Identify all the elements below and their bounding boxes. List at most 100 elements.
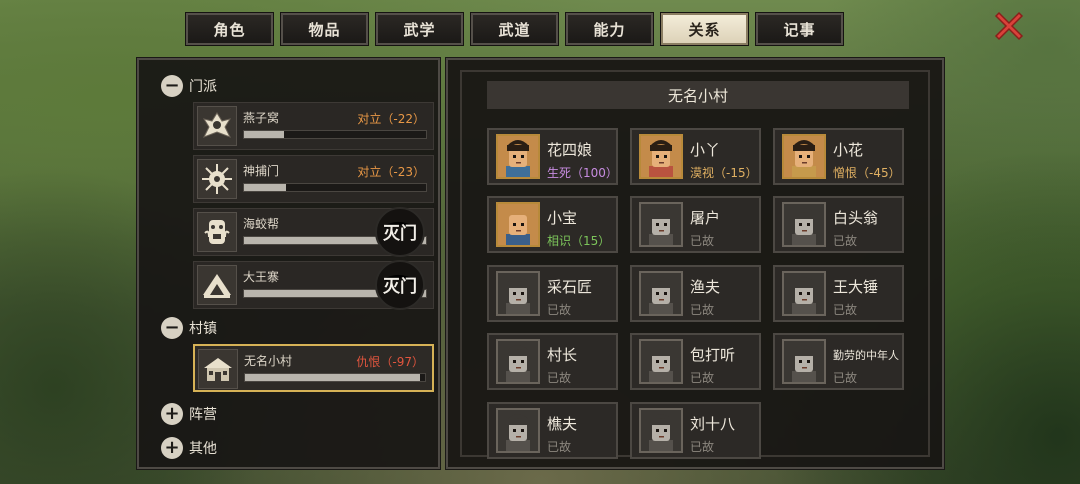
npc-name: 屠户	[690, 209, 721, 227]
faction-item[interactable]: 神捕门 对立（-23）	[193, 155, 434, 203]
blacksmith-portrait-icon	[782, 271, 826, 316]
plus-icon[interactable]: +	[161, 437, 183, 459]
tab-abilities[interactable]: 能力	[565, 12, 654, 46]
npc-relation-status: 已故	[690, 303, 715, 317]
svg-text:灭门: 灭门	[382, 223, 417, 244]
bandaged-man-portrait-icon	[639, 408, 683, 453]
tab-bar: 角色 物品 武学 武道 能力 关系 记事	[185, 12, 844, 46]
tab-journal[interactable]: 记事	[755, 12, 844, 46]
middle-aged-man-portrait-icon	[782, 339, 826, 384]
group-label: 阵营	[189, 407, 217, 423]
npc-card[interactable]: 小丫漠视（-15）	[630, 128, 761, 185]
npc-name: 采石匠	[547, 278, 593, 296]
village-title: 无名小村	[487, 81, 909, 109]
npc-name: 包打听	[690, 346, 736, 364]
npc-card[interactable]: 屠户 已故	[630, 196, 761, 253]
npc-card[interactable]: 小宝相识（15）	[487, 196, 618, 253]
town-name: 无名小村	[244, 354, 293, 368]
fisherman-portrait-icon	[639, 271, 683, 316]
group-label: 门派	[189, 79, 217, 95]
npc-card[interactable]: 白头翁 已故	[773, 196, 904, 253]
npc-card[interactable]: 采石匠 已故	[487, 265, 618, 322]
faction-name: 燕子窝	[243, 111, 280, 125]
npc-relation-status: 已故	[690, 440, 715, 454]
woman-portrait-icon	[496, 134, 540, 179]
group-label: 其他	[189, 441, 217, 457]
npc-card[interactable]: 花四娘生死（100）	[487, 128, 618, 185]
npc-relation-status: 已故	[833, 371, 858, 385]
informant-portrait-icon	[639, 339, 683, 384]
plus-icon[interactable]: +	[161, 403, 183, 425]
bald-boy-portrait-icon	[496, 202, 540, 247]
npc-relation-status: 已故	[690, 234, 715, 248]
tab-relations[interactable]: 关系	[660, 12, 749, 46]
relation-bar	[243, 130, 427, 139]
npc-relation-status: 生死（100）	[547, 166, 618, 180]
npc-name: 小丫	[690, 141, 721, 159]
npc-card[interactable]: 刘十八 已故	[630, 402, 761, 459]
faction-item[interactable]: 燕子窝 对立（-22）	[193, 102, 434, 150]
minus-icon[interactable]: −	[161, 75, 183, 97]
group-other-header[interactable]: + 其他	[161, 436, 217, 460]
npc-name: 王大锤	[833, 278, 879, 296]
npc-name: 勤劳的中年人	[833, 349, 899, 362]
npc-name: 村长	[547, 346, 578, 364]
tab-martial-way[interactable]: 武道	[470, 12, 559, 46]
faction-name: 神捕门	[243, 164, 280, 178]
village-chief-portrait-icon	[496, 339, 540, 384]
npc-relation-status: 已故	[547, 303, 572, 317]
group-label: 村镇	[189, 321, 217, 337]
relation-bar	[244, 373, 426, 382]
group-camp-header[interactable]: + 阵营	[161, 402, 217, 426]
faction-item[interactable]: 大王寨 灭门	[193, 258, 434, 312]
faction-list-panel: − 门派 燕子窝 对立（-22） 神捕门 对立（-23） 海蛟帮 灭门 大王寨	[136, 57, 441, 470]
svg-text:灭门: 灭门	[382, 276, 417, 297]
close-button[interactable]	[991, 8, 1027, 44]
npc-name: 小花	[833, 141, 864, 159]
npc-card[interactable]: 渔夫 已故	[630, 265, 761, 322]
npc-card[interactable]: 村长 已故	[487, 333, 618, 390]
group-sect-header[interactable]: − 门派	[161, 74, 217, 98]
village-house-icon	[198, 349, 238, 389]
tab-items[interactable]: 物品	[280, 12, 369, 46]
npc-name: 樵夫	[547, 415, 578, 433]
destroyed-stamp: 灭门	[373, 258, 427, 312]
girl-bun-portrait-icon	[782, 134, 826, 179]
woodcutter-portrait-icon	[496, 408, 540, 453]
npc-name: 渔夫	[690, 278, 721, 296]
destroyed-stamp: 灭门	[373, 205, 427, 259]
npc-card[interactable]: 王大锤 已故	[773, 265, 904, 322]
stonemason-portrait-icon	[496, 271, 540, 316]
faction-name: 海蛟帮	[243, 217, 280, 231]
tab-martial-arts[interactable]: 武学	[375, 12, 464, 46]
npc-relation-status: 已故	[547, 440, 572, 454]
faction-relation: 对立（-22）	[357, 112, 425, 126]
npc-relation-status: 已故	[690, 371, 715, 385]
minus-icon[interactable]: −	[161, 317, 183, 339]
swallow-nest-emblem-icon	[197, 106, 237, 146]
faction-item[interactable]: 海蛟帮 灭门	[193, 205, 434, 259]
npc-relation-status: 已故	[833, 234, 858, 248]
mountain-fort-emblem-icon	[197, 265, 237, 305]
faction-name: 大王寨	[243, 270, 280, 284]
sun-emblem-icon	[197, 159, 237, 199]
butcher-portrait-icon	[639, 202, 683, 247]
npc-card[interactable]: 勤劳的中年人 已故	[773, 333, 904, 390]
npc-name: 花四娘	[547, 141, 593, 159]
npc-relation-status: 漠视（-15）	[690, 166, 758, 180]
old-man-portrait-icon	[782, 202, 826, 247]
npc-card[interactable]: 包打听 已故	[630, 333, 761, 390]
sea-serpent-emblem-icon	[197, 212, 237, 252]
npc-name: 小宝	[547, 209, 578, 227]
town-item-selected[interactable]: 无名小村 仇恨（-97）	[193, 344, 434, 392]
relation-bar	[243, 183, 427, 192]
npc-relation-status: 相识（15）	[547, 234, 611, 248]
npc-relations-panel: 无名小村 花四娘 生死（100） 小丫 漠视（-15） 小花 憎恨（-45） 小宝 相识（15…	[445, 57, 945, 470]
npc-name: 刘十八	[690, 415, 736, 433]
girl-portrait-icon	[639, 134, 683, 179]
npc-card[interactable]: 小花 憎恨（-45）	[773, 128, 904, 185]
npc-relation-status: 已故	[833, 303, 858, 317]
tab-character[interactable]: 角色	[185, 12, 274, 46]
npc-card[interactable]: 樵夫 已故	[487, 402, 618, 459]
group-town-header[interactable]: − 村镇	[161, 316, 217, 340]
